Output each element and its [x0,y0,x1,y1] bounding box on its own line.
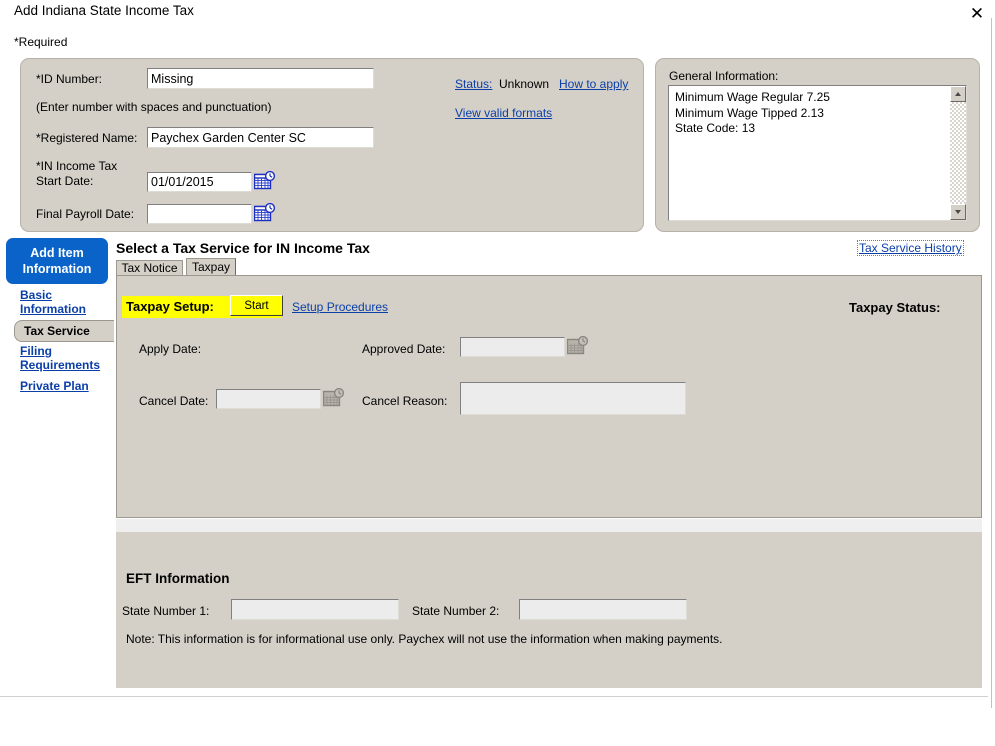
start-date-input[interactable] [147,172,252,192]
sidebar-item-filing-requirements[interactable]: Filing Requirements [20,344,100,372]
calendar-clock-icon[interactable] [254,171,276,190]
required-note: *Required [14,35,68,49]
taxpay-status-label: Taxpay Status: [849,300,941,315]
sidebar-item-basic-information[interactable]: Basic Information [20,288,86,316]
cancel-date-label: Cancel Date: [139,394,209,408]
scroll-up-arrow-icon[interactable] [950,86,966,102]
scrollbar-track[interactable] [950,102,966,204]
title-bar: Add Indiana State Income Tax ✕ [0,0,995,26]
sidebar-header-line2: Information [22,262,92,276]
apply-date-label: Apply Date: [139,342,202,356]
sidebar-item-label: Private Plan [20,379,89,393]
view-valid-formats-link[interactable]: View valid formats [455,106,552,120]
general-information-label: General Information: [669,69,779,83]
scroll-down-arrow-icon[interactable] [950,204,966,220]
calendar-clock-disabled-icon [567,336,589,355]
tab-strip: Tax Notice Taxpay [116,258,982,275]
approved-date-input [460,337,565,357]
sidebar-header: Add Item Information [6,238,108,284]
cancel-date-input [216,389,321,409]
general-information-panel: General Information: Minimum Wage Regula… [655,58,980,232]
state-number-2-input [519,599,687,620]
cancel-reason-input [460,382,686,415]
page-title: Select a Tax Service for IN Income Tax [116,240,370,256]
final-payroll-label: Final Payroll Date: [36,207,135,221]
state-number-2-label: State Number 2: [412,604,500,618]
how-to-apply-link[interactable]: How to apply [559,77,628,91]
calendar-clock-icon[interactable] [254,203,276,222]
sidebar-item-label: Information [20,302,86,316]
tab-taxpay[interactable]: Taxpay [186,258,236,275]
sidebar-item-label: Tax Service [24,324,90,338]
right-edge-accent-line [991,18,992,708]
approved-date-label: Approved Date: [362,342,446,356]
id-number-label: *ID Number: [36,72,103,86]
status-value: Unknown [499,77,550,91]
start-button[interactable]: Start [230,295,283,316]
sidebar-item-tax-service[interactable]: Tax Service [14,320,114,342]
footer-bar: Previous Next Finish Cancel Help [0,696,995,746]
calendar-clock-disabled-icon [323,388,345,407]
basic-info-panel: *ID Number: (Enter number with spaces an… [20,58,644,232]
status-link[interactable]: Status: [455,77,492,91]
eft-note: Note: This information is for informatio… [126,632,723,646]
registered-name-input[interactable] [147,127,374,148]
start-date-label-line2: Start Date: [36,174,94,188]
sidebar-item-label: Basic [20,288,53,302]
general-info-line: State Code: 13 [675,121,756,135]
section-separator [116,519,982,532]
setup-procedures-link[interactable]: Setup Procedures [292,300,388,314]
sidebar-header-line1: Add Item [30,246,84,260]
general-information-box: Minimum Wage Regular 7.25 Minimum Wage T… [668,85,967,221]
registered-name-label: *Registered Name: [36,131,138,145]
tax-service-history-link[interactable]: Tax Service History [857,240,964,256]
general-information-lines: Minimum Wage Regular 7.25 Minimum Wage T… [669,86,966,141]
eft-title: EFT Information [126,571,230,586]
tab-tax-notice[interactable]: Tax Notice [116,260,183,275]
final-payroll-input[interactable] [147,204,252,224]
id-number-input[interactable] [147,68,374,89]
window-title: Add Indiana State Income Tax [14,3,194,18]
cancel-reason-label: Cancel Reason: [362,394,448,408]
general-info-scrollbar[interactable] [950,86,966,220]
id-number-hint: (Enter number with spaces and punctuatio… [36,100,272,114]
start-date-label-line1: *IN Income Tax [36,159,118,173]
general-info-line: Minimum Wage Regular 7.25 [675,90,830,104]
dialog-window: Add Indiana State Income Tax ✕ *Required… [0,0,995,746]
sidebar-item-private-plan[interactable]: Private Plan [20,379,89,393]
taxpay-setup-label: Taxpay Setup: [126,299,214,314]
sidebar-item-label: Filing [20,344,52,358]
state-number-1-label: State Number 1: [122,604,210,618]
state-number-1-input [231,599,399,620]
sidebar-item-label: Requirements [20,358,101,372]
general-info-line: Minimum Wage Tipped 2.13 [675,105,824,120]
